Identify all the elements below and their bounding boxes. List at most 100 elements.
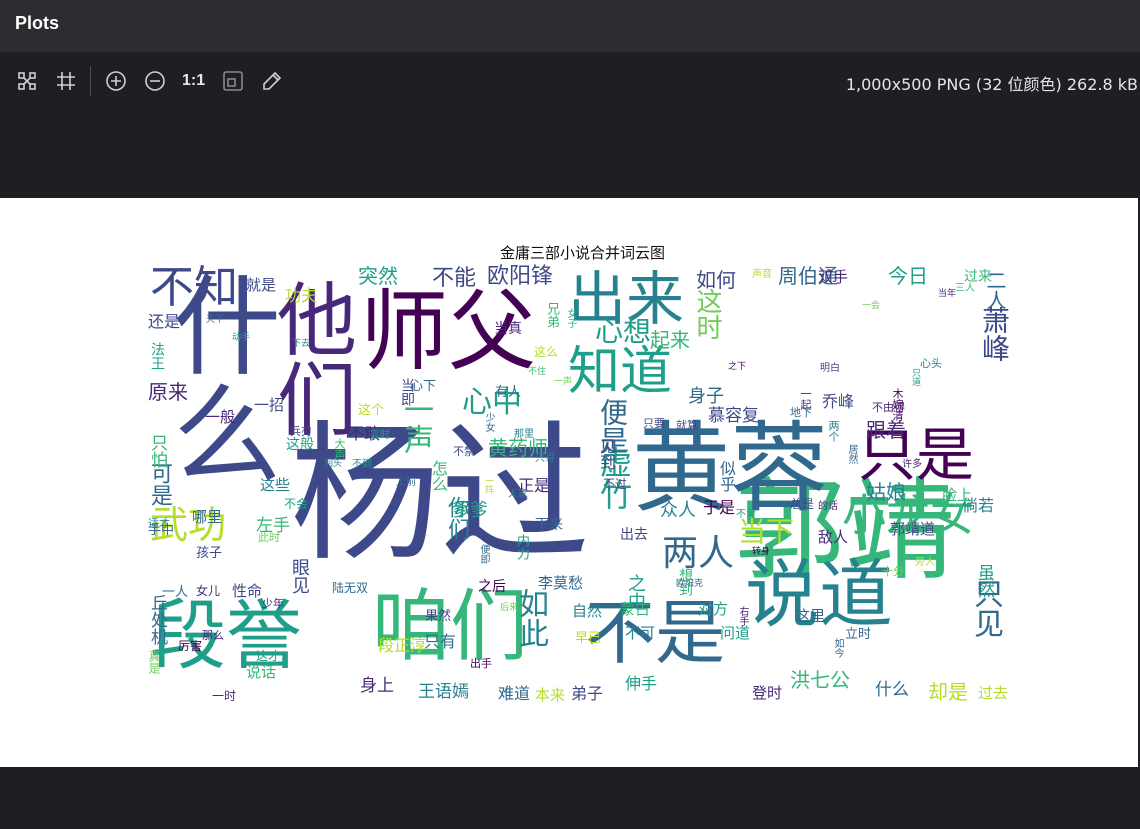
cloud-word: 眼见 [289,558,310,594]
cloud-word: 这时 [692,288,722,340]
cloud-word: 一声 [554,377,573,387]
plot-image: 金庸三部小说合并词云图 杨过 郭靖 黄蓉 师父 什么 他们 咱们 段誉 说道 不是 只是 出来 知道 小龙… [0,198,1138,767]
cloud-word: 这里 [795,607,826,625]
crop-icon[interactable] [53,68,79,94]
cloud-word: 不过 [603,477,628,491]
cloud-word: 如何 [696,268,736,292]
cloud-word: 法王 [149,342,165,370]
cloud-word: 天下 [206,315,225,325]
cloud-word: 知道 [568,342,673,402]
cloud-word: 当年 [938,289,957,299]
cloud-word: 下去 [292,339,311,349]
cloud-word: 一阵 [483,476,493,494]
cloud-word: 欧阳锋 [487,264,554,289]
color-picker-icon[interactable] [259,68,285,94]
cloud-word: 就是 [246,276,277,294]
cloud-word: 当下 [738,515,795,548]
cloud-word: 弟子 [571,684,604,703]
cloud-word: 心下 [410,379,437,394]
cloud-word: 过去 [978,684,1009,702]
cloud-word: 地下 [790,406,812,419]
cloud-word: 一般 [205,408,236,426]
zoom-out-icon[interactable] [142,68,168,94]
cloud-word: 还是 [148,312,181,331]
cloud-word: 洪七公 [790,668,850,692]
cloud-word: 虽然 [974,564,994,598]
cloud-word: 女儿 [196,584,221,598]
zoom-in-icon[interactable] [103,68,129,94]
toolbar-separator [90,66,91,96]
cloud-word: 不到 [352,459,372,470]
cloud-word: 哪里 [192,508,223,526]
cloud-word: 便即 [478,544,489,564]
cloud-word: 下来 [535,517,563,533]
cloud-word: 早已 [575,631,602,646]
frame-icon[interactable] [220,68,246,94]
cloud-word: 只道 [910,368,920,386]
cloud-word: 两个 [827,420,840,442]
cloud-word: 见到 [597,438,616,470]
cloud-word: 内力 [514,534,529,560]
cloud-word: 陆无双 [332,581,369,595]
cloud-word: 过来 [964,269,992,285]
actual-size-button[interactable]: 1:1 [182,72,205,90]
cloud-word: 转身 [752,547,771,557]
cloud-word: 不住 [528,367,547,377]
cloud-word: 女子 [565,308,576,328]
panel-title: Plots [15,13,60,33]
cloud-word: 伸手 [625,674,658,693]
word-cloud: 杨过 郭靖 黄蓉 师父 什么 他们 咱们 段誉 说道 不是 只是 出来 知道 小龙女 不知 武功 两人 虚竹 萧峰如… [0,198,1138,767]
cloud-word: 只怕 [147,434,167,468]
cloud-word: 姑娘 [866,480,906,504]
cloud-word: 之下 [728,362,747,372]
cloud-word: 上前 [396,477,416,488]
cloud-word: 之中 [625,574,646,610]
cloud-word: 不禁 [453,445,475,458]
cloud-word: 问道 [720,624,751,642]
cloud-word: 欧阳克 [676,579,704,589]
cloud-word: 回头 [324,459,343,469]
cloud-word: 一时 [212,689,237,703]
cloud-word: 心想 [595,315,652,348]
cloud-word: 怎么 [429,460,448,492]
cloud-word: 只得 [535,453,555,464]
cloud-word: 李莫愁 [538,574,584,592]
cloud-word: 一会 [862,301,881,311]
cloud-word: 爹爹 [452,500,488,521]
cloud-word: 说话 [246,663,277,681]
cloud-word: 这些 [260,476,291,494]
cloud-word: 脸上 [942,486,973,504]
cloud-word: 却是 [928,680,968,704]
fit-icon[interactable] [14,68,40,94]
cloud-word: 果然 [425,609,452,624]
cloud-word: 于是 [703,498,736,517]
cloud-word: 两人 [662,533,735,574]
cloud-word: 不能 [432,266,477,291]
cloud-word: 这才 [256,649,281,663]
cloud-word: 今日 [888,264,928,288]
cloud-word: 一招 [254,396,285,414]
cloud-word: 一人 [162,585,189,600]
cloud-word: 居然 [846,444,857,464]
cloud-word: 原来 [148,380,188,404]
cloud-word: 总是 [790,497,815,511]
cloud-word: 那么 [202,629,224,642]
cloud-word: 不会 [284,497,309,511]
cloud-word: 王语嫣 [418,682,469,702]
cloud-word: 对方 [698,600,729,618]
cloud-word: 登时 [752,684,783,702]
cloud-word: 突然 [358,264,398,288]
cloud-word: 身上 [360,676,394,696]
cloud-word: 可是 [147,462,172,506]
cloud-word: 人家 [508,489,528,500]
cloud-word: 心头 [920,357,942,370]
cloud-word: 身子 [688,386,724,407]
cloud-word: 萧峰 [978,306,1011,362]
cloud-word: 郭靖道 [890,520,936,538]
cloud-word: 什么 [875,680,909,700]
cloud-word: 声音 [752,269,772,280]
cloud-word: 适才 [148,517,170,530]
cloud-word: 孩子 [196,546,223,561]
cloud-word: 少年 [262,597,284,610]
cloud-word: 自然 [572,602,603,620]
